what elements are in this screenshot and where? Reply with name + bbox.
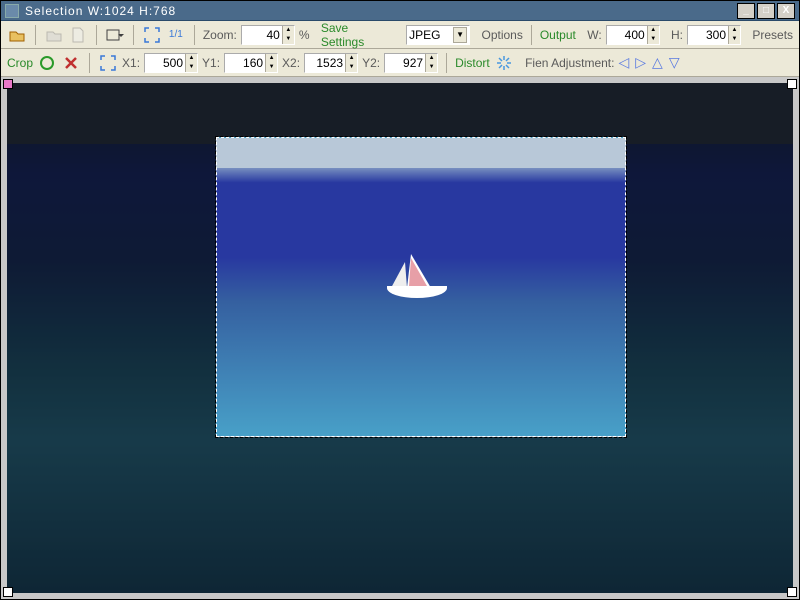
- output-label: Output: [540, 28, 576, 42]
- selection-window: Selection W:1024 H:768 _ □ X 1/1 Zoo: [0, 0, 800, 600]
- spinner-up-icon[interactable]: ▲: [647, 26, 659, 35]
- x2-input[interactable]: ▲▼: [304, 53, 358, 73]
- format-select[interactable]: JPEG ▼: [406, 25, 470, 45]
- actual-size-icon[interactable]: 1/1: [166, 25, 186, 45]
- separator: [96, 25, 97, 45]
- main-toolbar: 1/1 Zoom: ▲▼ % Save Settings JPEG ▼ Opti…: [1, 21, 799, 49]
- spinner-up-icon[interactable]: ▲: [345, 54, 357, 63]
- sailboat-graphic: [377, 248, 457, 308]
- height-field[interactable]: [688, 28, 728, 42]
- handle-bottom-right[interactable]: [787, 587, 797, 597]
- crop-toolbar: Crop X1: ▲▼ Y1: ▲▼ X2: ▲▼ Y2: ▲▼: [1, 49, 799, 77]
- y1-input[interactable]: ▲▼: [224, 53, 278, 73]
- percent-label: %: [299, 28, 310, 42]
- crop-label: Crop: [7, 56, 33, 70]
- format-value: JPEG: [409, 28, 453, 42]
- distort-label: Distort: [455, 56, 490, 70]
- spinner-up-icon[interactable]: ▲: [425, 54, 437, 63]
- x2-field[interactable]: [305, 56, 345, 70]
- output-width-input[interactable]: ▲▼: [606, 25, 660, 45]
- selection-preview: [216, 137, 626, 437]
- maximize-button[interactable]: □: [757, 3, 775, 19]
- y1-label: Y1:: [202, 56, 220, 70]
- document-icon: [68, 25, 88, 45]
- fullscreen-icon[interactable]: [98, 53, 118, 73]
- open-folder-icon: [44, 25, 64, 45]
- arrow-left-icon[interactable]: ◁: [618, 54, 629, 71]
- separator: [194, 25, 195, 45]
- width-label: W:: [587, 28, 601, 42]
- dropdown-icon[interactable]: ▼: [453, 27, 467, 43]
- height-label: H:: [671, 28, 683, 42]
- separator: [531, 25, 532, 45]
- arrow-down-icon[interactable]: ▽: [669, 54, 680, 71]
- spinner-down-icon[interactable]: ▼: [728, 35, 740, 44]
- y2-label: Y2:: [362, 56, 380, 70]
- fien-adjustment-label: Fien Adjustment:: [525, 56, 614, 70]
- arrow-up-icon[interactable]: △: [652, 54, 663, 71]
- presets-button[interactable]: Presets: [752, 28, 793, 42]
- separator: [89, 53, 90, 73]
- x1-field[interactable]: [145, 56, 185, 70]
- width-field[interactable]: [607, 28, 647, 42]
- fien-controls: ◁ ▷ △ ▽: [618, 54, 679, 71]
- close-button[interactable]: X: [777, 3, 795, 19]
- app-icon: [5, 4, 19, 18]
- handle-top-right[interactable]: [787, 79, 797, 89]
- selection-rectangle[interactable]: [216, 137, 626, 437]
- separator: [446, 53, 447, 73]
- open-icon[interactable]: [7, 25, 27, 45]
- window-controls: _ □ X: [737, 3, 795, 19]
- spinner-down-icon[interactable]: ▼: [282, 35, 294, 44]
- spinner-down-icon[interactable]: ▼: [265, 63, 277, 72]
- fit-screen-icon[interactable]: [142, 25, 162, 45]
- zoom-field[interactable]: [242, 28, 282, 42]
- spinner-down-icon[interactable]: ▼: [345, 63, 357, 72]
- minimize-button[interactable]: _: [737, 3, 755, 19]
- zoom-label: Zoom:: [203, 28, 237, 42]
- x1-input[interactable]: ▲▼: [144, 53, 198, 73]
- arrow-right-icon[interactable]: ▷: [635, 54, 646, 71]
- x1-label: X1:: [122, 56, 140, 70]
- crop-cancel-icon[interactable]: [61, 53, 81, 73]
- y1-field[interactable]: [225, 56, 265, 70]
- handle-bottom-left[interactable]: [3, 587, 13, 597]
- spinner-up-icon[interactable]: ▲: [185, 54, 197, 63]
- spinner-down-icon[interactable]: ▼: [647, 35, 659, 44]
- options-button[interactable]: Options: [481, 28, 522, 42]
- separator: [35, 25, 36, 45]
- separator: [133, 25, 134, 45]
- handle-top-left[interactable]: [3, 79, 13, 89]
- spinner-down-icon[interactable]: ▼: [185, 63, 197, 72]
- canvas-area: [1, 77, 799, 599]
- y2-field[interactable]: [385, 56, 425, 70]
- x2-label: X2:: [282, 56, 300, 70]
- spinner-up-icon[interactable]: ▲: [728, 26, 740, 35]
- spinner-up-icon[interactable]: ▲: [265, 54, 277, 63]
- titlebar: Selection W:1024 H:768 _ □ X: [1, 1, 799, 21]
- zoom-input[interactable]: ▲▼: [241, 25, 295, 45]
- output-height-input[interactable]: ▲▼: [687, 25, 741, 45]
- crop-accept-icon[interactable]: [37, 53, 57, 73]
- rectangle-dropdown-icon[interactable]: [105, 25, 125, 45]
- distort-icon[interactable]: [494, 53, 514, 73]
- save-settings-button[interactable]: Save Settings: [321, 21, 395, 49]
- y2-input[interactable]: ▲▼: [384, 53, 438, 73]
- spinner-down-icon[interactable]: ▼: [425, 63, 437, 72]
- spinner-up-icon[interactable]: ▲: [282, 26, 294, 35]
- window-title: Selection W:1024 H:768: [25, 4, 737, 18]
